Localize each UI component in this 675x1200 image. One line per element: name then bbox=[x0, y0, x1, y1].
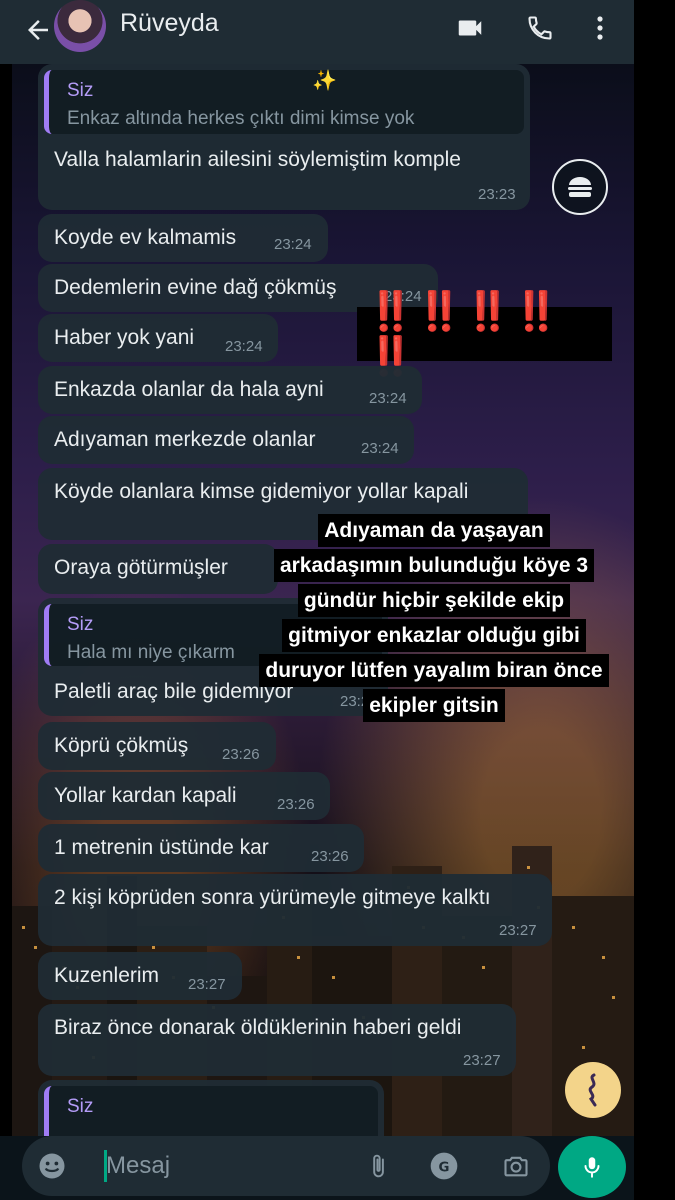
burger-sticker-icon[interactable] bbox=[552, 159, 608, 215]
message-time: 23:26 bbox=[222, 746, 260, 763]
avatar[interactable] bbox=[54, 0, 106, 52]
back-arrow-icon[interactable] bbox=[18, 10, 58, 50]
camera-icon[interactable] bbox=[498, 1148, 534, 1184]
quoted-message[interactable]: Siz Enkaz altında herkes çıktı dimi kims… bbox=[44, 70, 524, 134]
mic-icon bbox=[584, 1157, 600, 1178]
overlay-line: duruyor lütfen yayalım biran önce bbox=[259, 654, 609, 687]
right-edge-strip bbox=[634, 0, 675, 1200]
message-time: 23:27 bbox=[499, 922, 537, 939]
message-time: 23:24 bbox=[369, 390, 407, 407]
quote-text: Hala mı niye çıkarm bbox=[67, 642, 235, 663]
message-bubble[interactable]: Haber yok yani 23:24 bbox=[38, 314, 278, 362]
phone-icon[interactable] bbox=[522, 10, 558, 46]
quote-author: Siz bbox=[67, 1096, 94, 1117]
message-time: 23:24 bbox=[274, 236, 312, 253]
overlay-line: arkadaşımın bulunduğu köye 3 bbox=[273, 549, 595, 582]
svg-text:G: G bbox=[439, 1160, 450, 1175]
message-text: 1 metrenin üstünde kar bbox=[54, 836, 269, 859]
message-bubble[interactable]: Siz bbox=[38, 1080, 384, 1136]
message-text: Köyde olanlara kimse gidemiyor yollar ka… bbox=[54, 480, 469, 503]
quoted-message[interactable]: Siz bbox=[44, 1086, 378, 1136]
quote-author: Siz bbox=[67, 80, 94, 101]
message-text: Yollar kardan kapali bbox=[54, 784, 237, 807]
message-text: 2 kişi köprüden sonra yürümeyle gitmeye … bbox=[54, 886, 491, 909]
message-time: 23:27 bbox=[188, 976, 226, 993]
overlay-line: gündür hiçbir şekilde ekip bbox=[297, 584, 571, 617]
overlay-line: Adıyaman da yaşayan bbox=[318, 514, 550, 547]
emoji-icon[interactable] bbox=[34, 1148, 70, 1184]
message-text: Köprü çökmüş bbox=[54, 734, 189, 757]
message-time: 23:26 bbox=[277, 796, 315, 813]
message-text: Adıyaman merkezde olanlar bbox=[54, 428, 316, 451]
message-bubble[interactable]: Koyde ev kalmamis 23:24 bbox=[38, 214, 328, 262]
exclamation-sticker: ‼️ ‼️ ‼️ ‼️ ‼️ bbox=[357, 289, 612, 378]
translate-icon[interactable]: G bbox=[426, 1148, 462, 1184]
more-options-icon[interactable] bbox=[582, 10, 618, 46]
chat-header: Rüveyda bbox=[0, 0, 634, 64]
message-bubble[interactable]: Yollar kardan kapali 23:26 bbox=[38, 772, 330, 820]
message-text: Oraya götürmüşler bbox=[54, 556, 228, 579]
message-bubble[interactable]: Adıyaman merkezde olanlar 23:24 bbox=[38, 416, 414, 464]
message-bubble[interactable]: Biraz önce donarak öldüklerinin haberi g… bbox=[38, 1004, 516, 1076]
message-placeholder: Mesaj bbox=[106, 1152, 171, 1179]
message-time: 23:26 bbox=[311, 848, 349, 865]
message-text: Koyde ev kalmamis bbox=[54, 226, 237, 249]
message-bubble[interactable]: Köprü çökmüş 23:26 bbox=[38, 722, 276, 770]
message-bubble[interactable]: Siz Enkaz altında herkes çıktı dimi kims… bbox=[38, 64, 530, 210]
message-text: Enkazda olanlar da hala ayni bbox=[54, 378, 324, 401]
message-bubble[interactable]: 2 kişi köprüden sonra yürümeyle gitmeye … bbox=[38, 874, 552, 946]
quote-text: Enkaz altında herkes çıktı dimi kimse yo… bbox=[67, 108, 415, 129]
overlay-caption: Adıyaman da yaşayan arkadaşımın bulunduğ… bbox=[234, 514, 634, 724]
message-time: 23:23 bbox=[478, 186, 516, 203]
message-bubble[interactable]: Kuzenlerim 23:27 bbox=[38, 952, 242, 1000]
chat-area[interactable]: Siz Enkaz altında herkes çıktı dimi kims… bbox=[12, 64, 634, 1136]
message-text: Biraz önce donarak öldüklerinin haberi g… bbox=[54, 1016, 462, 1039]
message-time: 23:24 bbox=[225, 338, 263, 355]
message-time: 23:27 bbox=[463, 1052, 501, 1069]
mic-button[interactable] bbox=[558, 1136, 626, 1198]
message-text: Kuzenlerim bbox=[54, 964, 160, 987]
overlay-line: gitmiyor enkazlar olduğu gibi bbox=[282, 619, 586, 652]
quote-author: Siz bbox=[67, 614, 94, 635]
message-bubble[interactable]: 1 metrenin üstünde kar 23:26 bbox=[38, 824, 364, 872]
message-input-bar: Mesaj G bbox=[0, 1136, 634, 1200]
message-bubble[interactable]: Enkazda olanlar da hala ayni 23:24 bbox=[38, 366, 422, 414]
message-text: Haber yok yani bbox=[54, 326, 195, 349]
sparkle-sticker: ✨ bbox=[312, 70, 337, 92]
attach-icon[interactable] bbox=[360, 1148, 396, 1184]
message-input[interactable]: Mesaj G bbox=[22, 1136, 550, 1196]
scroll-sticker-icon[interactable] bbox=[565, 1062, 621, 1118]
contact-name[interactable]: Rüveyda bbox=[120, 9, 219, 38]
message-text: Valla halamlarin ailesini söylemiştim ko… bbox=[54, 148, 461, 171]
overlay-line: ekipler gitsin bbox=[363, 689, 505, 722]
video-call-icon[interactable] bbox=[452, 10, 488, 46]
message-text: Dedemlerin evine dağ çökmüş bbox=[54, 276, 337, 299]
message-time: 23:24 bbox=[361, 440, 399, 457]
